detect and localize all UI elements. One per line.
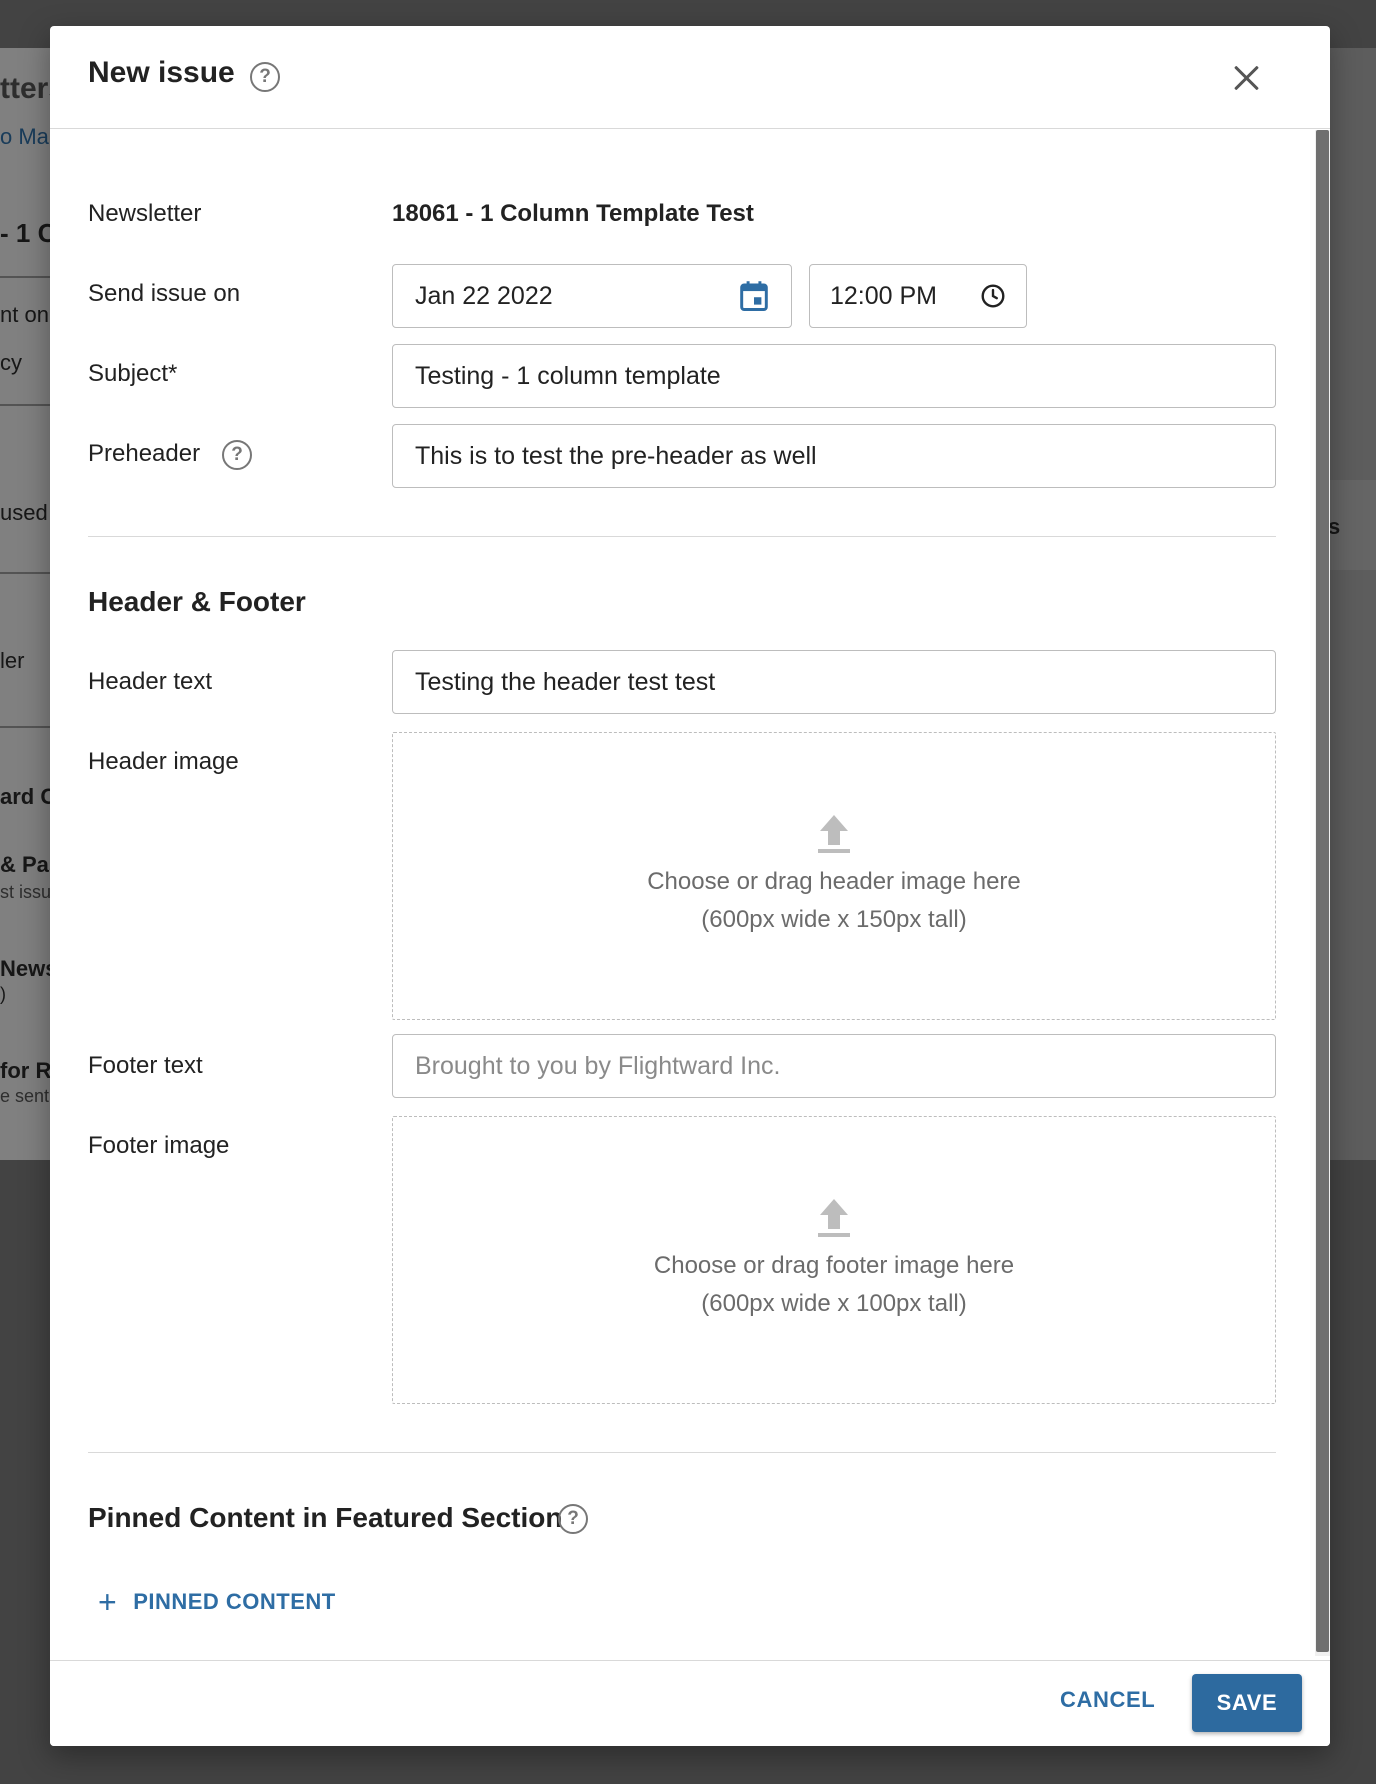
header-drop-instructions: Choose or drag header image here — [647, 868, 1021, 895]
footer-drop-size: (600px wide x 100px tall) — [701, 1290, 967, 1317]
header-footer-title: Header & Footer — [88, 586, 306, 617]
scrollbar-thumb[interactable] — [1316, 130, 1329, 1652]
upload-icon — [818, 815, 850, 853]
subject-field[interactable]: Testing - 1 column template — [392, 344, 1276, 408]
header-image-label: Header image — [88, 748, 239, 775]
newsletter-label: Newsletter — [88, 200, 202, 227]
dialog-title: New issue — [88, 56, 235, 89]
footer-drop-instructions: Choose or drag footer image here — [653, 1252, 1015, 1279]
section-divider — [88, 1452, 1276, 1453]
upload-icon — [818, 1199, 850, 1237]
calendar-icon[interactable] — [739, 280, 769, 312]
new-issue-dialog: New issue ? Newsletter 18061 - 1 Column … — [50, 26, 1330, 1746]
add-pinned-content-label: PINNED CONTENT — [133, 1589, 336, 1614]
pinned-content-title: Pinned Content in Featured Section — [88, 1502, 563, 1533]
header-drop-size: (600px wide x 150px tall) — [701, 906, 967, 933]
preheader-label: Preheader — [88, 440, 201, 467]
dialog-body: Newsletter 18061 - 1 Column Template Tes… — [50, 130, 1315, 1656]
send-date-value: Jan 22 2022 — [415, 281, 553, 310]
header-image-dropzone[interactable]: Choose or drag header image here (600px … — [392, 732, 1276, 1020]
dialog-scrollbar[interactable] — [1315, 130, 1330, 1656]
save-button[interactable]: SAVE — [1192, 1674, 1302, 1732]
header-text-field[interactable]: Testing the header test test — [392, 650, 1276, 714]
clock-icon[interactable] — [980, 283, 1006, 309]
footer-text-field[interactable]: Brought to you by Flightward Inc. — [392, 1034, 1276, 1098]
footer-image-dropzone[interactable]: Choose or drag footer image here (600px … — [392, 1116, 1276, 1404]
preheader-field[interactable]: This is to test the pre-header as well — [392, 424, 1276, 488]
header-text-label: Header text — [88, 668, 213, 695]
help-icon[interactable]: ? — [250, 62, 280, 92]
subject-label: Subject* — [88, 360, 178, 387]
dialog-header: New issue ? — [50, 26, 1330, 129]
cancel-button[interactable]: CANCEL — [1060, 1687, 1155, 1713]
newsletter-value: 18061 - 1 Column Template Test — [392, 200, 754, 227]
preheader-help-icon[interactable]: ? — [222, 440, 252, 470]
send-issue-label: Send issue on — [88, 280, 241, 307]
footer-text-label: Footer text — [88, 1052, 203, 1079]
section-divider — [88, 536, 1276, 537]
pinned-help-icon[interactable]: ? — [558, 1504, 588, 1534]
dialog-footer: CANCEL SAVE — [50, 1660, 1330, 1746]
send-time-field[interactable]: 12:00 PM — [809, 264, 1027, 328]
footer-image-label: Footer image — [88, 1132, 230, 1159]
add-pinned-content-button[interactable]: + PINNED CONTENT — [98, 1586, 336, 1618]
send-date-field[interactable]: Jan 22 2022 — [392, 264, 792, 328]
plus-icon: + — [98, 1584, 118, 1620]
close-icon[interactable] — [1232, 64, 1260, 92]
send-time-value: 12:00 PM — [830, 281, 938, 310]
